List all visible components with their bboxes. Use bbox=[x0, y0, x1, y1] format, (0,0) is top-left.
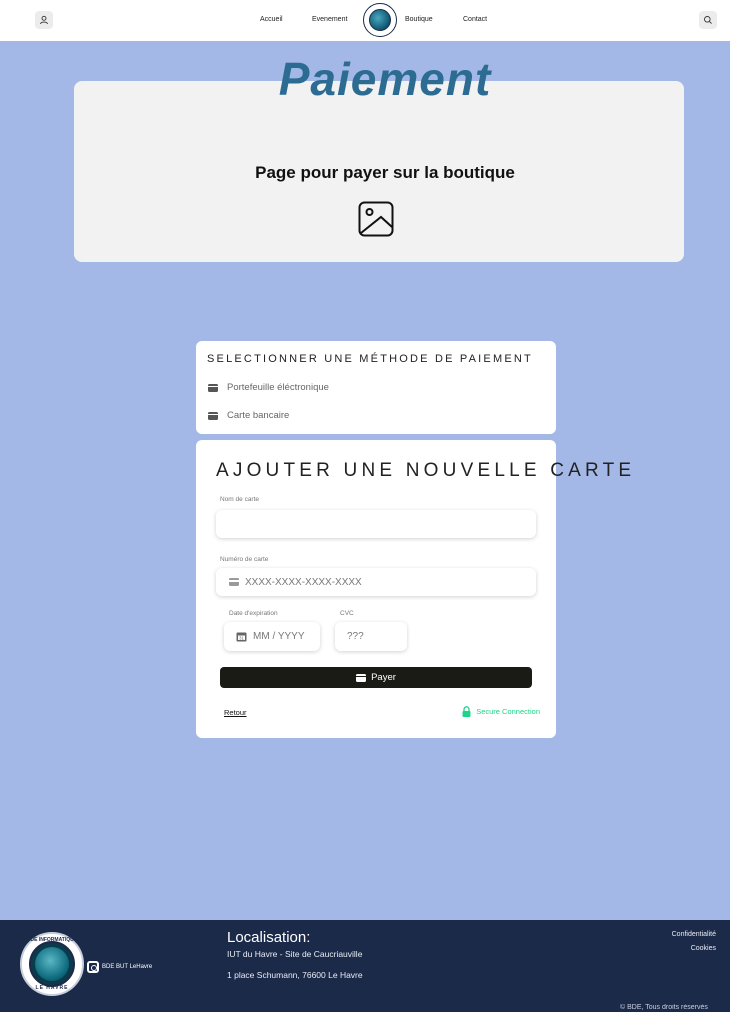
expiry-label: Date d'expiration bbox=[229, 610, 278, 617]
search-button[interactable] bbox=[699, 11, 717, 29]
card-number-label: Numéro de carte bbox=[220, 556, 269, 563]
top-navbar: Accueil Evenement Boutique Contact bbox=[0, 0, 730, 41]
cookies-link[interactable]: Cookies bbox=[691, 945, 716, 952]
cvc-label: CVC bbox=[340, 610, 354, 617]
footer: BDE INFORMATIQUE LE HAVRE BDE BUT LeHavr… bbox=[0, 920, 730, 1012]
cvc-input[interactable]: ??? bbox=[335, 622, 407, 651]
instagram-icon bbox=[87, 961, 99, 973]
method-bank-card[interactable]: Carte bancaire bbox=[208, 410, 289, 421]
card-number-input[interactable]: XXXX-XXXX-XXXX-XXXX bbox=[216, 568, 536, 596]
nav-accueil[interactable]: Accueil bbox=[260, 16, 283, 23]
credit-card-icon bbox=[208, 383, 218, 392]
method-ewallet-label: Portefeuille éléctronique bbox=[227, 382, 329, 393]
secure-connection-label: Secure Connection bbox=[476, 707, 540, 716]
card-number-placeholder: XXXX-XXXX-XXXX-XXXX bbox=[245, 576, 362, 588]
logo-top-text: BDE INFORMATIQUE bbox=[26, 937, 78, 943]
page-title: Paiement bbox=[278, 53, 492, 105]
card-name-input[interactable] bbox=[216, 510, 536, 538]
nav-evenement[interactable]: Evenement bbox=[312, 16, 347, 23]
site-logo[interactable] bbox=[363, 3, 397, 37]
payment-method-card: SELECTIONNER UNE MÉTHODE DE PAIEMENT Por… bbox=[196, 341, 556, 434]
credit-card-icon bbox=[229, 578, 239, 586]
location-line-1: IUT du Havre - Site de Caucriauville bbox=[227, 949, 363, 959]
card-name-label: Nom de carte bbox=[220, 496, 260, 503]
secure-connection: Secure Connection bbox=[462, 706, 540, 717]
location-title: Localisation: bbox=[227, 929, 311, 946]
hero-subtitle: Page pour payer sur la boutique bbox=[255, 163, 515, 182]
lock-icon bbox=[462, 706, 471, 717]
expiry-input[interactable]: 31 MM / YYYY bbox=[224, 622, 320, 651]
payment-method-title: SELECTIONNER UNE MÉTHODE DE PAIEMENT bbox=[207, 353, 533, 365]
method-bank-card-label: Carte bancaire bbox=[227, 410, 290, 421]
image-placeholder-icon bbox=[358, 201, 394, 237]
add-card-title: AJOUTER UNE NOUVELLE CARTE bbox=[216, 460, 636, 481]
credit-card-icon bbox=[208, 411, 218, 420]
location-line-2: 1 place Schumann, 76600 Le Havre bbox=[227, 970, 363, 980]
logo-bottom-text: LE HAVRE bbox=[35, 985, 69, 991]
svg-text:31: 31 bbox=[239, 636, 244, 641]
instagram-label: BDE BUT LeHavre bbox=[102, 964, 153, 970]
instagram-link[interactable]: BDE BUT LeHavre bbox=[87, 961, 152, 973]
credit-card-icon bbox=[356, 673, 367, 682]
expiry-placeholder: MM / YYYY bbox=[253, 631, 305, 642]
pay-button[interactable]: Payer bbox=[220, 667, 532, 688]
privacy-link[interactable]: Confidentialité bbox=[672, 931, 716, 938]
add-card-form: AJOUTER UNE NOUVELLE CARTE Nom de carte … bbox=[196, 440, 631, 738]
nav-boutique[interactable]: Boutique bbox=[405, 16, 433, 23]
copyright: © BDE, Tous droits réservés bbox=[620, 1004, 708, 1011]
nav-contact[interactable]: Contact bbox=[463, 16, 487, 23]
cvc-placeholder: ??? bbox=[347, 631, 364, 642]
back-link[interactable]: Retour bbox=[224, 708, 247, 717]
method-ewallet[interactable]: Portefeuille éléctronique bbox=[208, 382, 329, 393]
main-nav: Accueil Evenement Boutique Contact bbox=[0, 0, 730, 41]
calendar-icon: 31 bbox=[236, 632, 247, 642]
pay-button-label: Payer bbox=[371, 672, 396, 683]
footer-logo[interactable]: BDE INFORMATIQUE LE HAVRE bbox=[20, 932, 84, 996]
search-icon bbox=[704, 16, 712, 24]
